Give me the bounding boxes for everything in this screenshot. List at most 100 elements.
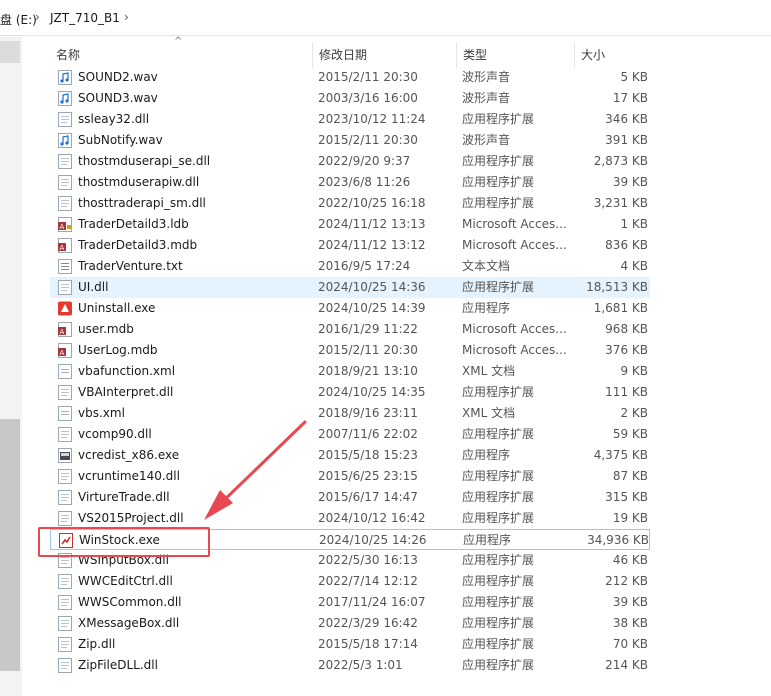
file-row[interactable]: WWSCommon.dll 2017/11/24 16:07 应用程序扩展 39 KB [50, 592, 650, 613]
file-date: 2007/11/6 22:02 [318, 427, 418, 441]
file-size: 46 KB [612, 553, 648, 567]
file-row[interactable]: Auser.mdb 2016/1/29 11:22 Microsoft Acces.… [50, 319, 650, 340]
breadcrumb-folder[interactable]: JZT_710_B1 [50, 11, 120, 25]
file-row[interactable]: thosttraderapi_sm.dll 2022/10/25 16:18 应用程… [50, 193, 650, 214]
file-row[interactable]: vcomp90.dll 2007/11/6 22:02 应用程序扩展 59 KB [50, 424, 650, 445]
file-date: 2018/9/21 13:10 [318, 364, 418, 378]
file-type: 应用程序扩展 [462, 175, 535, 189]
file-date: 2016/9/5 17:24 [318, 259, 411, 273]
address-bar[interactable]: 盘 (E:) › JZT_710_B1 › [0, 0, 771, 36]
file-date: 2015/2/11 20:30 [318, 133, 418, 147]
file-date: 2023/10/12 11:24 [318, 112, 426, 126]
file-row[interactable]: ssleay32.dll 2023/10/12 11:24 应用程序扩展 346 KB [50, 109, 650, 130]
file-row[interactable]: SOUND3.wav 2003/3/16 16:00 波形声音 17 KB [50, 88, 650, 109]
file-date: 2015/2/11 20:30 [318, 70, 418, 84]
file-name: UI.dll [78, 280, 109, 294]
file-size: 391 KB [605, 133, 648, 147]
file-row[interactable]: VirtureTrade.dll 2015/6/17 14:47 应用程序扩展 315… [50, 487, 650, 508]
file-size: 38 KB [612, 616, 648, 630]
file-date: 2022/10/25 16:18 [318, 196, 426, 210]
column-header-type[interactable]: 类型 [456, 42, 574, 68]
file-name: user.mdb [78, 322, 134, 336]
file-name: SOUND2.wav [78, 70, 158, 84]
file-name: TraderDetaild3.ldb [78, 217, 189, 231]
file-type: 应用程序 [462, 301, 511, 315]
file-date: 2015/5/18 17:14 [318, 637, 418, 651]
file-type: 应用程序扩展 [462, 511, 535, 525]
file-row[interactable]: vbafunction.xml 2018/9/21 13:10 XML 文档 9 KB [50, 361, 650, 382]
file-row[interactable]: TraderVenture.txt 2016/9/5 17:24 文本文档 4 KB [50, 256, 650, 277]
file-name: ssleay32.dll [78, 112, 150, 126]
file-row[interactable]: A TraderDetaild3.ldb 2024/11/12 13:13 Micro… [50, 214, 650, 235]
dll-file-icon [58, 511, 72, 526]
file-date: 2015/5/18 15:23 [318, 448, 418, 462]
file-size: 212 KB [605, 574, 648, 588]
column-header-date[interactable]: 修改日期 [312, 42, 456, 68]
annotation-highlight-box [38, 527, 210, 557]
file-row[interactable]: A TraderDetaild3.mdb 2024/11/12 13:12 Micro… [50, 235, 650, 256]
file-date: 2015/6/25 23:15 [318, 469, 418, 483]
file-size: 346 KB [605, 112, 648, 126]
file-type: 波形声音 [462, 70, 511, 84]
file-size: 3,231 KB [593, 196, 648, 210]
file-name: vcruntime140.dll [78, 469, 180, 483]
file-type: 应用程序扩展 [462, 595, 535, 609]
file-row[interactable]: thostmduserapi_se.dll 2022/9/20 9:37 应用程序扩… [50, 151, 650, 172]
file-size: 5 KB [620, 70, 648, 84]
dll-file-icon [58, 427, 72, 442]
file-size: 1,681 KB [593, 301, 648, 315]
file-row[interactable]: VS2015Project.dll 2024/10/12 16:42 应用程序扩展 1… [50, 508, 650, 529]
access-file-icon: A [58, 343, 72, 358]
file-type: XML 文档 [462, 364, 516, 378]
breadcrumb-drive[interactable]: 盘 (E:) [0, 11, 37, 28]
file-date: 2024/10/25 14:35 [318, 385, 426, 399]
file-date: 2022/5/3 1:01 [318, 658, 403, 672]
file-size: 4 KB [620, 259, 648, 273]
file-row[interactable]: VBAInterpret.dll 2024/10/25 14:35 应用程序扩展 11… [50, 382, 650, 403]
chevron-right-icon[interactable]: › [35, 10, 40, 24]
file-type: 应用程序扩展 [462, 637, 535, 651]
file-date: 2023/6/8 11:26 [318, 175, 411, 189]
file-row[interactable]: thostmduserapiw.dll 2023/6/8 11:26 应用程序扩展 3… [50, 172, 650, 193]
file-row[interactable]: XMessageBox.dll 2022/3/29 16:42 应用程序扩展 38 K… [50, 613, 650, 634]
file-row[interactable]: ZipFileDLL.dll 2022/5/3 1:01 应用程序扩展 214 KB [50, 655, 650, 676]
file-row[interactable]: SOUND2.wav 2015/2/11 20:30 波形声音 5 KB [50, 67, 650, 88]
nav-pane-item[interactable] [0, 41, 20, 63]
file-row[interactable]: Uninstall.exe 2024/10/25 14:39 应用程序 1,681 K… [50, 298, 650, 319]
file-row[interactable]: WWCEditCtrl.dll 2022/7/14 12:12 应用程序扩展 212 … [50, 571, 650, 592]
navigation-pane-edge [0, 37, 22, 696]
svg-text:A: A [60, 328, 65, 336]
file-row[interactable]: vbs.xml 2018/9/16 23:11 XML 文档 2 KB [50, 403, 650, 424]
file-name: VS2015Project.dll [78, 511, 184, 525]
file-type: 应用程序扩展 [462, 658, 535, 672]
file-type: 文本文档 [462, 259, 511, 273]
file-type: 应用程序扩展 [462, 616, 535, 630]
column-header-name[interactable]: 名称 [50, 42, 312, 68]
file-size: 214 KB [605, 658, 648, 672]
file-date: 2015/2/11 20:30 [318, 343, 418, 357]
file-row[interactable]: SubNotify.wav 2015/2/11 20:30 波形声音 391 KB [50, 130, 650, 151]
file-date: 2022/5/30 16:13 [318, 553, 418, 567]
file-row[interactable]: vcredist_x86.exe 2015/5/18 15:23 应用程序 4,375… [50, 445, 650, 466]
file-size: 39 KB [612, 595, 648, 609]
file-row[interactable]: vcruntime140.dll 2015/6/25 23:15 应用程序扩展 87 … [50, 466, 650, 487]
file-type: 应用程序扩展 [462, 553, 535, 567]
file-size: 4,375 KB [593, 448, 648, 462]
file-type: 应用程序 [462, 448, 511, 462]
chevron-right-icon[interactable]: › [124, 10, 129, 24]
file-date: 2022/3/29 16:42 [318, 616, 418, 630]
xml-file-icon [58, 364, 72, 379]
file-type: 应用程序扩展 [462, 385, 535, 399]
file-name: VirtureTrade.dll [78, 490, 170, 504]
file-size: 17 KB [612, 91, 648, 105]
file-name: VBAInterpret.dll [78, 385, 174, 399]
dll-file-icon [58, 595, 72, 610]
dll-file-icon [58, 490, 72, 505]
file-row[interactable]: A UserLog.mdb 2015/2/11 20:30 Microsoft Acc… [50, 340, 650, 361]
nav-pane-scrollbar-thumb[interactable] [0, 419, 20, 671]
file-name: Uninstall.exe [78, 301, 156, 315]
file-row[interactable]: Zip.dll 2015/5/18 17:14 应用程序扩展 70 KB [50, 634, 650, 655]
column-header-size[interactable]: 大小 [574, 42, 654, 68]
dll-file-icon [58, 196, 72, 211]
file-row[interactable]: UI.dll 2024/10/25 14:36 应用程序扩展 18,513 KB [50, 277, 650, 298]
